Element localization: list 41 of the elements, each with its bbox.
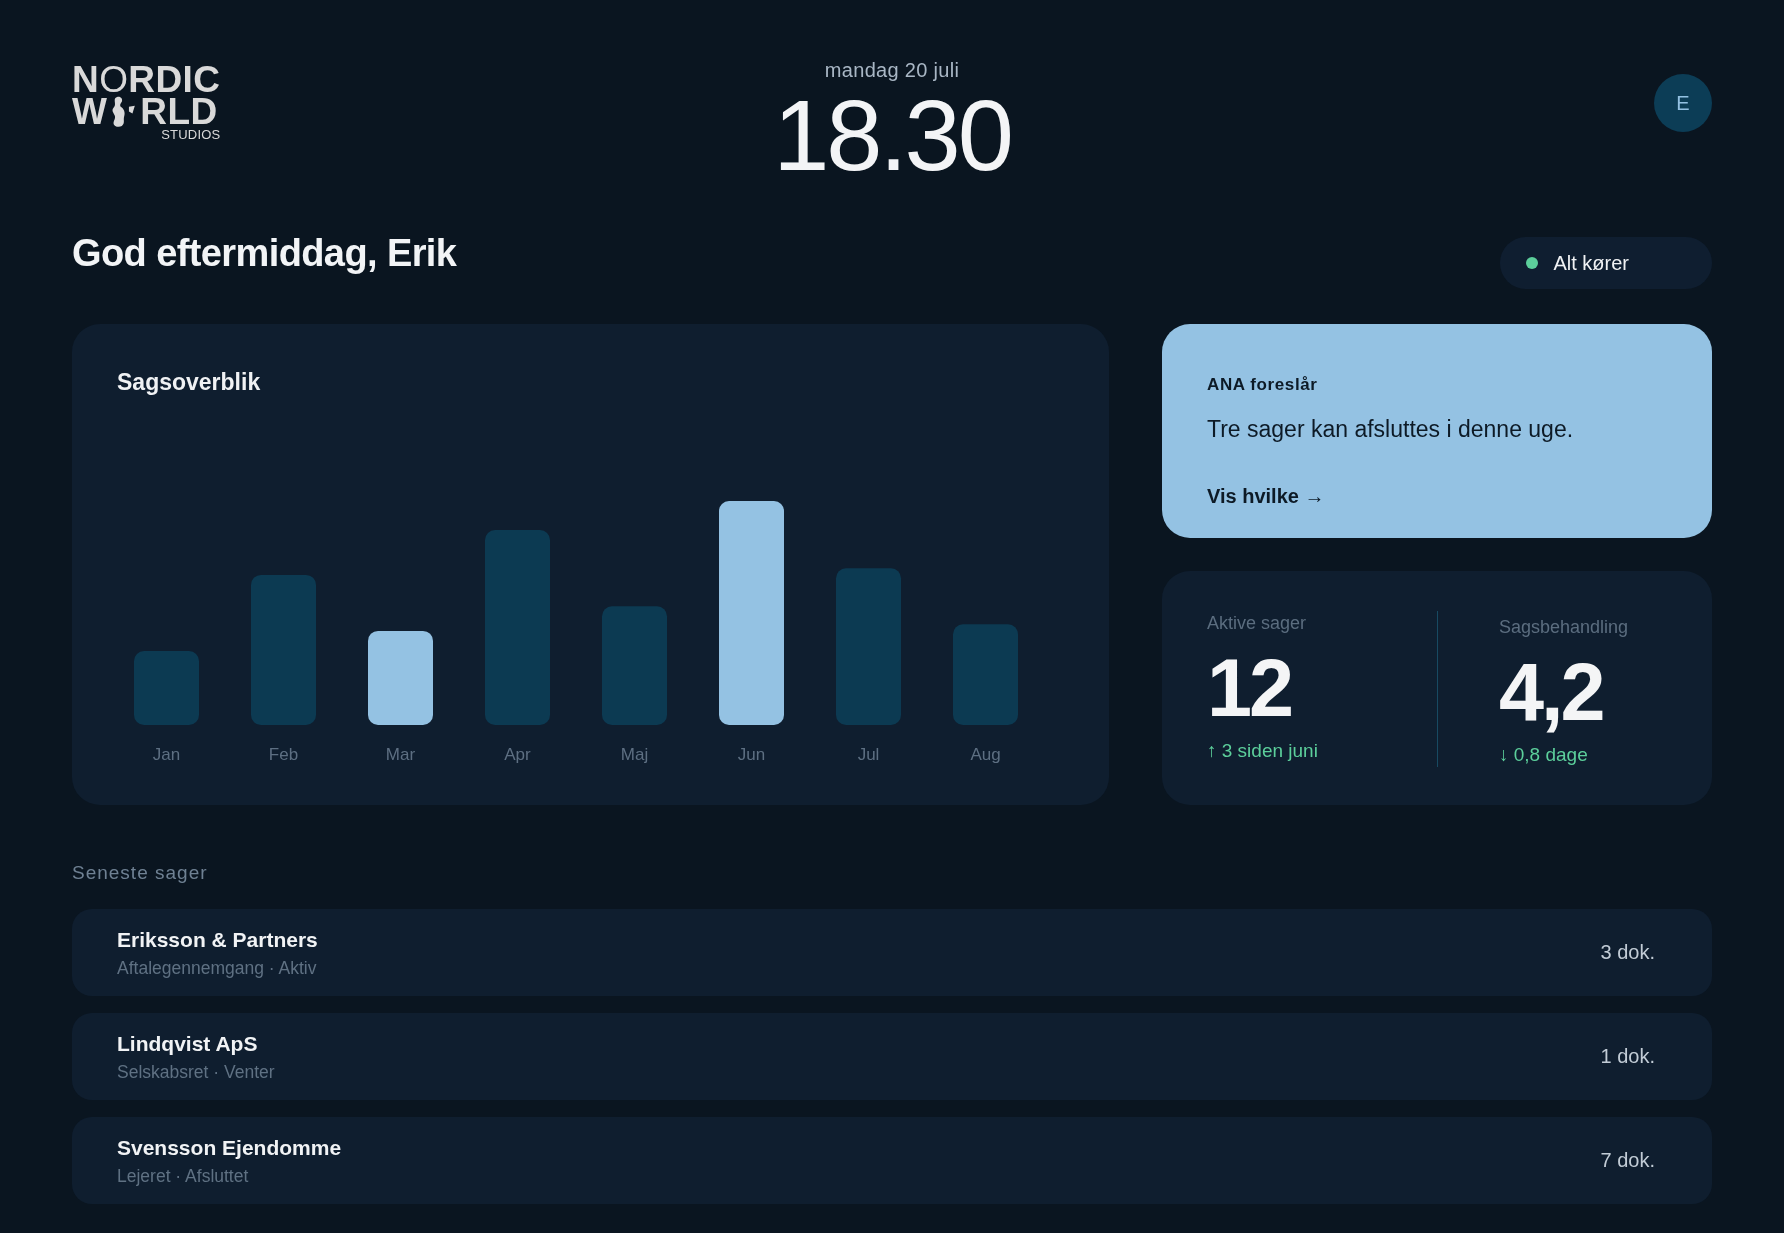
- axis-label: Maj: [620, 745, 649, 764]
- doc-count: 1 dok.: [1600, 1045, 1655, 1068]
- stat-value: 4,2: [1499, 652, 1603, 733]
- axis-label: Feb: [268, 745, 299, 764]
- stat-value: 12: [1207, 648, 1292, 729]
- stat-label: Sagsbehandling: [1499, 616, 1629, 639]
- logo-text: NORDIC: [72, 64, 221, 96]
- suggestion-text: Tre sager kan afsluttes i denne uge.: [1207, 415, 1574, 444]
- status-text: Alt kører: [1553, 251, 1629, 275]
- clock-time: 18.30: [773, 85, 1011, 186]
- logo-tagline: STUDIOS: [161, 128, 221, 142]
- case-detail: Selskabsret · Venter: [117, 1060, 275, 1084]
- doc-count: 3 dok.: [1600, 941, 1655, 964]
- case-title: Lindqvist ApS: [117, 1030, 258, 1057]
- greeting-heading: God eftermiddag, Erik: [72, 231, 457, 276]
- case-row[interactable]: Svensson Ejendomme Lejeret · Afsluttet 7 dok.: [72, 1117, 1712, 1204]
- stat-change: ↓ 0,8 dage: [1499, 743, 1588, 767]
- chart-title: Sagsoverblik: [117, 368, 261, 396]
- section-heading: Seneste sager: [72, 861, 208, 885]
- stat-change: ↑ 3 siden juni: [1207, 739, 1318, 763]
- axis-label: Apr: [504, 745, 531, 764]
- axis-label: Jul: [857, 745, 880, 764]
- case-detail: Aftalegennemgang · Aktiv: [117, 956, 317, 980]
- case-row[interactable]: Lindqvist ApS Selskabsret · Venter 1 dok.: [72, 1013, 1712, 1100]
- case-row[interactable]: Eriksson & Partners Aftalegennemgang · Aktiv 3 dok.: [72, 909, 1712, 996]
- doc-count: 7 dok.: [1600, 1149, 1655, 1172]
- axis-label: Mar: [385, 745, 416, 764]
- suggestion-link[interactable]: Vis hvilke →: [1207, 483, 1325, 509]
- stat-label: Aktive sager: [1207, 612, 1307, 635]
- suggestion-label: ANA foreslår: [1207, 374, 1318, 396]
- axis-label: Aug: [970, 745, 1001, 764]
- case-title: Eriksson & Partners: [117, 926, 318, 953]
- case-title: Svensson Ejendomme: [117, 1134, 342, 1161]
- avatar[interactable]: E: [1654, 74, 1712, 132]
- date-label: mandag 20 juli: [824, 58, 960, 82]
- case-detail: Lejeret · Afsluttet: [117, 1164, 249, 1188]
- logo-text: W: [72, 96, 108, 128]
- axis-label: Jun: [737, 745, 766, 764]
- axis-label: Jan: [152, 745, 181, 764]
- silhouette-icon: [110, 96, 137, 128]
- logo-text: RLD: [140, 96, 218, 128]
